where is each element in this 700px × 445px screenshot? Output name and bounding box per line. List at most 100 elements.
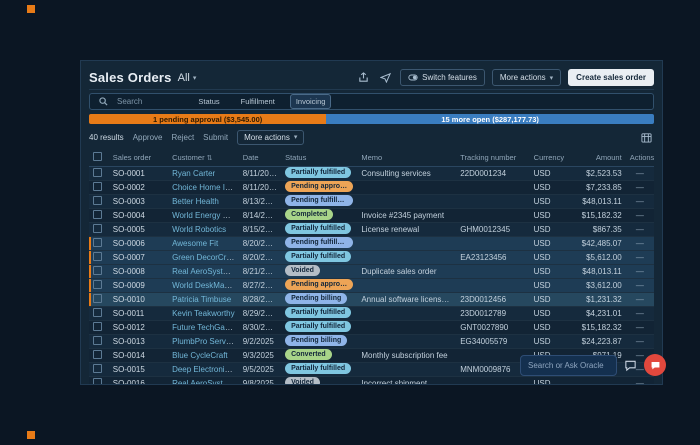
- row-checkbox[interactable]: [93, 336, 102, 345]
- cell-actions[interactable]: —: [625, 194, 654, 209]
- cell-sales-order[interactable]: SO-0014: [113, 351, 145, 360]
- table-row[interactable]: SO-0005 World Robotics 8/15/2025 Partial…: [89, 222, 654, 237]
- cell-customer[interactable]: Deep Electronics Co.: [172, 365, 239, 374]
- cell-sales-order[interactable]: SO-0013: [113, 337, 145, 346]
- cell-customer[interactable]: World DeskMasters: [172, 281, 239, 290]
- table-row[interactable]: SO-0003 Better Health 8/13/2025 Pending …: [89, 194, 654, 209]
- approve-button[interactable]: Approve: [133, 133, 163, 142]
- cell-customer[interactable]: Real AeroSystems: [172, 379, 238, 384]
- cell-actions[interactable]: —: [625, 334, 654, 349]
- cell-actions[interactable]: —: [625, 166, 654, 181]
- cell-actions[interactable]: —: [625, 278, 654, 293]
- cell-customer[interactable]: Choice Home Innovations: [172, 183, 239, 192]
- cell-sales-order[interactable]: SO-0016: [113, 379, 145, 384]
- cell-sales-order[interactable]: SO-0015: [113, 365, 145, 374]
- cell-sales-order[interactable]: SO-0003: [113, 197, 145, 206]
- table-row[interactable]: SO-0004 World Energy Solutions 8/14/2025…: [89, 208, 654, 223]
- cell-sales-order[interactable]: SO-0004: [113, 211, 145, 220]
- row-checkbox[interactable]: [93, 322, 102, 331]
- cell-customer[interactable]: Green DecorCrafters: [172, 253, 239, 262]
- table-row[interactable]: SO-0002 Choice Home Innovations 8/11/202…: [89, 180, 654, 195]
- row-checkbox[interactable]: [93, 280, 102, 289]
- search-input[interactable]: Search Status Fulfillment Invoicing: [89, 93, 654, 110]
- table-row[interactable]: SO-0009 World DeskMasters 8/27/2025 Pend…: [89, 278, 654, 293]
- cell-sales-order[interactable]: SO-0011: [113, 309, 144, 318]
- filter-tab-fulfillment[interactable]: Fulfillment: [235, 94, 281, 109]
- cell-actions[interactable]: —: [625, 236, 654, 251]
- summary-segment[interactable]: 15 more open ($287,177.73): [326, 114, 654, 124]
- cell-customer[interactable]: Patricia Timbuse: [172, 295, 231, 304]
- row-checkbox[interactable]: [93, 210, 102, 219]
- column-header-amount[interactable]: Amount: [566, 149, 626, 167]
- export-icon[interactable]: [356, 71, 371, 85]
- cell-sales-order[interactable]: SO-0009: [113, 281, 145, 290]
- cell-customer[interactable]: Ryan Carter: [172, 169, 215, 178]
- create-sales-order-button[interactable]: Create sales order: [568, 69, 654, 86]
- cell-actions[interactable]: —: [625, 222, 654, 237]
- filter-tab-status[interactable]: Status: [192, 94, 225, 109]
- row-checkbox[interactable]: [93, 364, 102, 373]
- cell-customer[interactable]: Kevin Teakworthy: [172, 309, 235, 318]
- row-checkbox[interactable]: [93, 266, 102, 275]
- row-checkbox[interactable]: [93, 196, 102, 205]
- row-checkbox[interactable]: [93, 182, 102, 191]
- cell-actions[interactable]: —: [625, 292, 654, 307]
- table-settings-icon[interactable]: [639, 130, 654, 144]
- column-header-date[interactable]: Date: [238, 149, 282, 167]
- cell-actions[interactable]: —: [625, 320, 654, 335]
- cell-customer[interactable]: World Robotics: [172, 225, 226, 234]
- cell-actions[interactable]: —: [625, 250, 654, 265]
- cell-sales-order[interactable]: SO-0007: [113, 253, 145, 262]
- column-header-status[interactable]: Status: [281, 149, 358, 167]
- cell-customer[interactable]: Blue CycleCraft: [172, 351, 228, 360]
- column-header-sales-order[interactable]: Sales order: [108, 149, 169, 167]
- switch-features-button[interactable]: Switch features: [400, 69, 485, 86]
- column-header-memo[interactable]: Memo: [357, 149, 457, 167]
- cell-sales-order[interactable]: SO-0006: [113, 239, 145, 248]
- filter-tab-invoicing[interactable]: Invoicing: [289, 94, 332, 109]
- cell-customer[interactable]: Awesome Fit: [172, 239, 218, 248]
- column-header-tracking-number[interactable]: Tracking number: [456, 149, 530, 167]
- column-header-customer[interactable]: Customer ⇅: [168, 149, 239, 167]
- cell-sales-order[interactable]: SO-0008: [113, 267, 145, 276]
- reject-button[interactable]: Reject: [171, 133, 194, 142]
- row-checkbox[interactable]: [93, 294, 102, 303]
- table-row[interactable]: SO-0008 Real AeroSystems 8/21/2025 Voide…: [89, 264, 654, 279]
- cell-actions[interactable]: —: [625, 208, 654, 223]
- row-checkbox[interactable]: [93, 350, 102, 359]
- row-checkbox[interactable]: [93, 308, 102, 317]
- cell-customer[interactable]: Better Health: [172, 197, 219, 206]
- column-header-currency[interactable]: Currency: [529, 149, 567, 167]
- table-row[interactable]: SO-0011 Kevin Teakworthy 8/29/2025 Parti…: [89, 306, 654, 321]
- row-checkbox[interactable]: [93, 168, 102, 177]
- cell-sales-order[interactable]: SO-0005: [113, 225, 145, 234]
- assistant-fab-button[interactable]: [644, 354, 666, 376]
- cell-actions[interactable]: —: [625, 264, 654, 279]
- send-icon[interactable]: [378, 71, 393, 85]
- submit-button[interactable]: Submit: [203, 133, 228, 142]
- cell-customer[interactable]: PlumbPro Services: [172, 337, 239, 346]
- row-checkbox[interactable]: [93, 224, 102, 233]
- cell-customer[interactable]: World Energy Solutions: [172, 211, 239, 220]
- row-checkbox[interactable]: [93, 378, 102, 384]
- cell-customer[interactable]: Real AeroSystems: [172, 267, 238, 276]
- table-row[interactable]: SO-0007 Green DecorCrafters 8/20/2025 Pa…: [89, 250, 654, 265]
- cell-sales-order[interactable]: SO-0010: [113, 295, 145, 304]
- chat-bubble-icon[interactable]: [623, 358, 638, 373]
- select-all-checkbox[interactable]: [93, 152, 102, 161]
- ask-oracle-input[interactable]: Search or Ask Oracle: [520, 354, 617, 376]
- cell-sales-order[interactable]: SO-0012: [113, 323, 145, 332]
- cell-actions[interactable]: —: [625, 180, 654, 195]
- more-actions-button-top[interactable]: More actions ▾: [491, 69, 562, 86]
- row-checkbox[interactable]: [93, 252, 102, 261]
- table-row[interactable]: SO-0013 PlumbPro Services 9/2/2025 Pendi…: [89, 334, 654, 349]
- row-checkbox[interactable]: [93, 238, 102, 247]
- cell-actions[interactable]: —: [625, 306, 654, 321]
- summary-segment[interactable]: 1 pending approval ($3,545.00): [89, 114, 327, 124]
- column-header-actions[interactable]: Actions: [625, 149, 654, 167]
- table-row[interactable]: SO-0001 Ryan Carter 8/11/2025 Partially …: [89, 166, 654, 181]
- cell-sales-order[interactable]: SO-0001: [113, 169, 145, 178]
- cell-sales-order[interactable]: SO-0002: [113, 183, 145, 192]
- view-selector[interactable]: All ▾: [178, 72, 197, 84]
- table-row[interactable]: SO-0006 Awesome Fit 8/20/2025 Pending fu…: [89, 236, 654, 251]
